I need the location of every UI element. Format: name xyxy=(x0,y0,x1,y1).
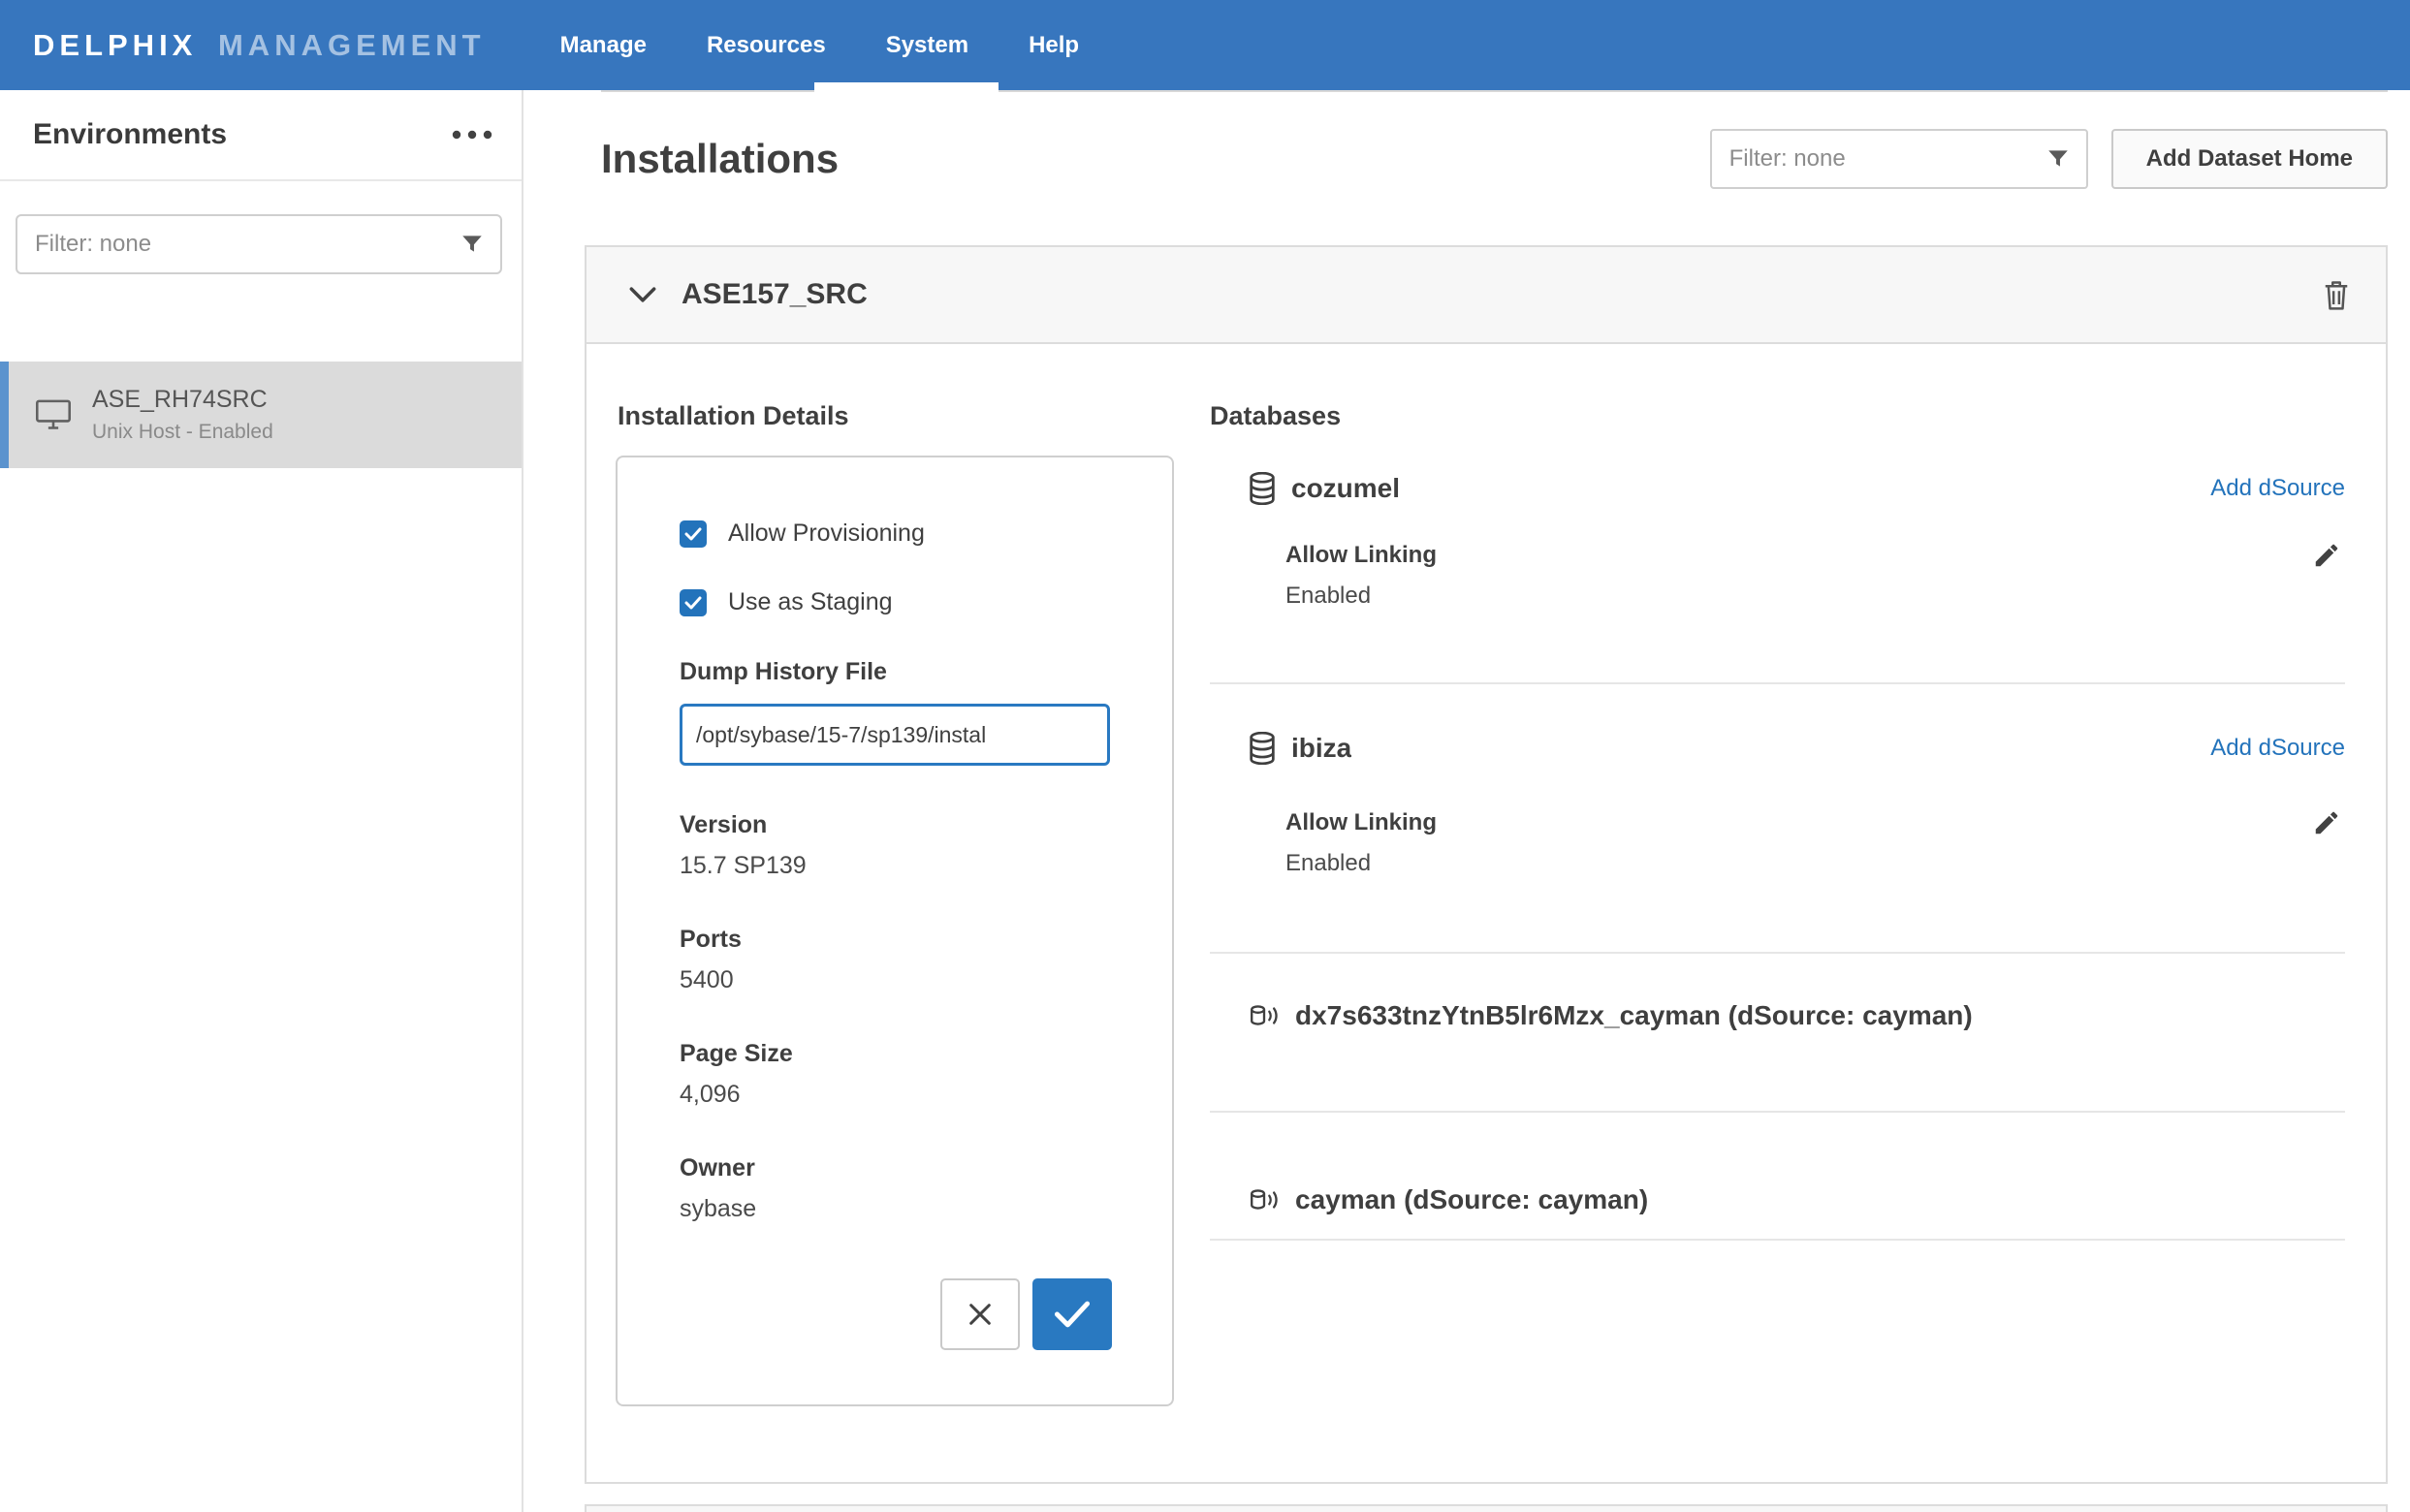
top-navigation-bar: DELPHIX MANAGEMENT Manage Resources Syst… xyxy=(0,0,2410,90)
database-name: cozumel xyxy=(1291,473,1400,504)
database-row: ibiza Add dSource xyxy=(1210,727,2345,770)
allow-provisioning-label: Allow Provisioning xyxy=(728,520,925,548)
installation-details-form: Allow Provisioning Use as Staging Dump H… xyxy=(616,456,1174,1406)
database-name: cayman (dSource: cayman) xyxy=(1295,1184,1648,1215)
edit-allow-linking-button[interactable] xyxy=(2312,541,2341,570)
filter-funnel-icon[interactable] xyxy=(2045,146,2071,172)
installation-panel-header[interactable]: ASE157_SRC xyxy=(587,247,2386,344)
close-icon xyxy=(965,1299,996,1330)
use-as-staging-row[interactable]: Use as Staging xyxy=(680,588,1110,616)
environment-item-text: ASE_RH74SRC Unix Host - Enabled xyxy=(92,386,273,444)
environment-item-selected[interactable]: ASE_RH74SRC Unix Host - Enabled xyxy=(0,362,522,468)
dump-history-file-label: Dump History File xyxy=(680,657,1110,686)
delphix-logo: DELPHIX MANAGEMENT xyxy=(33,28,486,63)
database-name: dx7s633tnzYtnB5lr6Mzx_cayman (dSource: c… xyxy=(1295,1000,1973,1031)
page-title: Installations xyxy=(601,136,839,182)
allow-linking-label: Allow Linking xyxy=(1285,541,2345,570)
database-row: dx7s633tnzYtnB5lr6Mzx_cayman (dSource: c… xyxy=(1210,994,2345,1037)
add-dsource-link[interactable]: Add dSource xyxy=(2210,475,2345,502)
database-icon xyxy=(1249,472,1276,505)
database-item-cayman: cayman (dSource: cayman) xyxy=(1210,1113,2345,1241)
page-size-value: 4,096 xyxy=(680,1080,1110,1109)
installation-name: ASE157_SRC xyxy=(682,278,868,311)
nav-item-system[interactable]: System xyxy=(856,0,999,90)
allow-linking-label: Allow Linking xyxy=(1285,808,2345,837)
confirm-button[interactable] xyxy=(1032,1278,1112,1350)
installation-details-heading: Installation Details xyxy=(618,400,1174,432)
allow-provisioning-row[interactable]: Allow Provisioning xyxy=(680,520,1110,548)
database-item-cozumel: cozumel Add dSource Allow Linking Enable… xyxy=(1210,432,2345,684)
dsource-database-icon xyxy=(1249,1186,1280,1213)
allow-linking-block: Allow Linking Enabled xyxy=(1210,808,2345,878)
sidebar-filter-input[interactable] xyxy=(33,230,460,259)
owner-value: sybase xyxy=(680,1194,1110,1223)
installations-filter-input[interactable] xyxy=(1728,144,2045,173)
databases-column: Databases cozumel Add dSource Allow Link… xyxy=(1210,367,2345,1406)
host-monitor-icon xyxy=(36,399,71,430)
installations-filter xyxy=(1710,129,2088,189)
add-dsource-link[interactable]: Add dSource xyxy=(2210,735,2345,762)
allow-linking-block: Allow Linking Enabled xyxy=(1210,541,2345,611)
environment-name: ASE_RH74SRC xyxy=(92,386,273,414)
active-tab-indicator xyxy=(814,82,999,94)
environments-sidebar: Environments ASE_RH74SRC Unix Host - Ena… xyxy=(0,90,523,1512)
add-dataset-home-button[interactable]: Add Dataset Home xyxy=(2111,129,2388,189)
page-size-label: Page Size xyxy=(680,1039,1110,1068)
sidebar-title: Environments xyxy=(33,118,227,151)
owner-label: Owner xyxy=(680,1153,1110,1182)
database-item-ibiza: ibiza Add dSource Allow Linking Enabled xyxy=(1210,684,2345,954)
dsource-database-icon xyxy=(1249,1002,1280,1029)
check-icon xyxy=(1054,1301,1091,1328)
main-content: Installations Add Dataset Home ASE157_SR… xyxy=(523,90,2410,1512)
nav-item-resources[interactable]: Resources xyxy=(677,0,856,90)
database-item-dx7s633-cayman: dx7s633tnzYtnB5lr6Mzx_cayman (dSource: c… xyxy=(1210,954,2345,1113)
sidebar-filter xyxy=(16,214,502,274)
allow-linking-value: Enabled xyxy=(1285,849,2345,878)
edit-allow-linking-button[interactable] xyxy=(2312,808,2341,837)
pencil-icon xyxy=(2312,541,2341,570)
ellipsis-icon xyxy=(452,130,492,140)
dump-history-file-input[interactable] xyxy=(680,704,1110,766)
version-label: Version xyxy=(680,810,1110,839)
environment-list: ASE_RH74SRC Unix Host - Enabled xyxy=(0,362,522,468)
database-name: ibiza xyxy=(1291,733,1351,764)
use-as-staging-label: Use as Staging xyxy=(728,588,893,616)
filter-funnel-icon[interactable] xyxy=(460,232,485,257)
ports-label: Ports xyxy=(680,925,1110,954)
allow-linking-value: Enabled xyxy=(1285,582,2345,611)
trash-icon xyxy=(2322,277,2351,312)
version-value: 15.7 SP139 xyxy=(680,851,1110,880)
use-as-staging-checkbox[interactable] xyxy=(680,589,707,616)
installation-details-column: Installation Details Allow Provisioning … xyxy=(616,367,1174,1406)
delete-installation-button[interactable] xyxy=(2322,277,2351,312)
brand-primary: DELPHIX xyxy=(33,28,197,62)
database-row: cozumel Add dSource xyxy=(1210,467,2345,510)
environment-status: Unix Host - Enabled xyxy=(92,421,273,444)
allow-provisioning-checkbox[interactable] xyxy=(680,520,707,548)
installation-panel-body: Installation Details Allow Provisioning … xyxy=(587,344,2386,1406)
sidebar-header: Environments xyxy=(0,90,522,181)
nav-item-manage[interactable]: Manage xyxy=(530,0,677,90)
nav-item-help[interactable]: Help xyxy=(999,0,1109,90)
top-nav: Manage Resources System Help xyxy=(530,0,1110,90)
ports-value: 5400 xyxy=(680,965,1110,994)
cancel-button[interactable] xyxy=(940,1278,1020,1350)
brand-secondary: MANAGEMENT xyxy=(218,28,486,62)
databases-heading: Databases xyxy=(1210,400,2345,432)
chevron-down-icon[interactable] xyxy=(629,286,656,303)
page-header: Installations Add Dataset Home xyxy=(601,129,2388,189)
next-installation-panel-header[interactable] xyxy=(585,1504,2388,1512)
pencil-icon xyxy=(2312,808,2341,837)
database-row: cayman (dSource: cayman) xyxy=(1210,1179,2345,1221)
installation-panel: ASE157_SRC Installation Details Allow Pr… xyxy=(585,245,2388,1484)
database-icon xyxy=(1249,732,1276,765)
sidebar-menu-button[interactable] xyxy=(448,120,496,149)
details-form-actions xyxy=(940,1278,1112,1350)
